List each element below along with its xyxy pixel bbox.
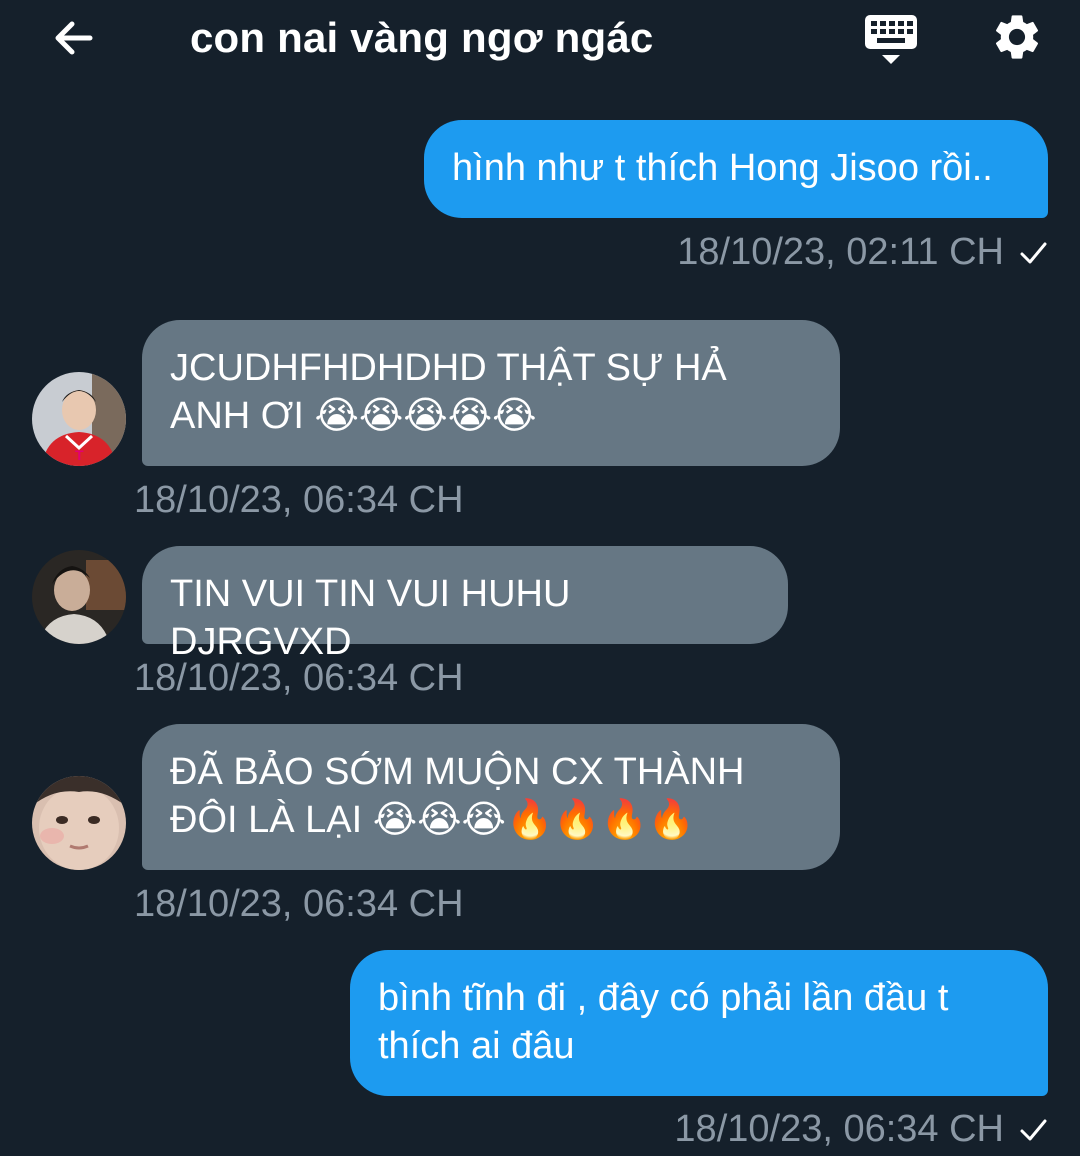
back-button[interactable] — [44, 10, 104, 66]
message-text: hình như t thích Hong Jisoo rồi.. — [452, 147, 993, 189]
keyboard-icon — [865, 15, 917, 64]
message-text-line: thích ai đâu — [378, 1025, 575, 1067]
avatar-red-shirt: T — [32, 372, 126, 466]
message-text-line: JCUDHFHDHDHD THẬT SỰ HẢ — [170, 347, 727, 389]
message-text-line: ANH ƠI 😭😭😭😭😭 — [170, 395, 537, 437]
conversation-title: con nai vàng ngơ ngác — [190, 14, 654, 61]
message-timestamp: 18/10/23, 06:34 CH — [134, 479, 464, 521]
settings-button[interactable] — [984, 4, 1050, 70]
outgoing-message-bubble[interactable]: bình tĩnh đi , đây có phải lần đầu t thí… — [350, 950, 1048, 1096]
message-text-line: bình tĩnh đi , đây có phải lần đầu t — [378, 977, 949, 1019]
avatar[interactable]: T — [32, 372, 126, 466]
avatar-dark — [32, 550, 126, 644]
avatar[interactable] — [32, 776, 126, 870]
message-timestamp: 18/10/23, 06:34 CH — [134, 883, 464, 925]
incoming-message-bubble[interactable]: JCUDHFHDHDHD THẬT SỰ HẢ ANH ƠI 😭😭😭😭😭 — [142, 320, 840, 466]
message-text-line: ĐÔI LÀ LẠI 😭😭😭🔥🔥🔥🔥 — [170, 799, 696, 841]
message-timestamp: 18/10/23, 02:11 CH — [677, 230, 1048, 274]
check-icon — [1020, 242, 1047, 264]
incoming-message-bubble[interactable]: TIN VUI TIN VUI HUHU DJRGVXD — [142, 546, 788, 663]
svg-text:T: T — [75, 447, 84, 463]
message-timestamp: 18/10/23, 06:34 CH — [674, 1107, 1048, 1151]
dm-conversation-screen: con nai vàng ngơ ngác hình như t thích H… — [0, 0, 1080, 1156]
conversation-header: con nai vàng ngơ ngác — [0, 0, 1080, 80]
message-text: TIN VUI TIN VUI HUHU DJRGVXD — [170, 573, 571, 663]
check-icon — [1020, 1119, 1047, 1141]
avatar[interactable] — [32, 550, 126, 644]
keyboard-button[interactable] — [858, 8, 924, 70]
gear-icon — [995, 15, 1039, 59]
outgoing-message-bubble[interactable]: hình như t thích Hong Jisoo rồi.. — [424, 120, 1048, 218]
message-text-line: ĐÃ BẢO SỚM MUỘN CX THÀNH — [170, 751, 745, 793]
incoming-message-bubble[interactable]: ĐÃ BẢO SỚM MUỘN CX THÀNH ĐÔI LÀ LẠI 😭😭😭🔥… — [142, 724, 840, 870]
message-timestamp: 18/10/23, 06:34 CH — [134, 657, 464, 699]
avatar-face — [32, 776, 126, 870]
arrow-left-icon — [55, 21, 93, 55]
